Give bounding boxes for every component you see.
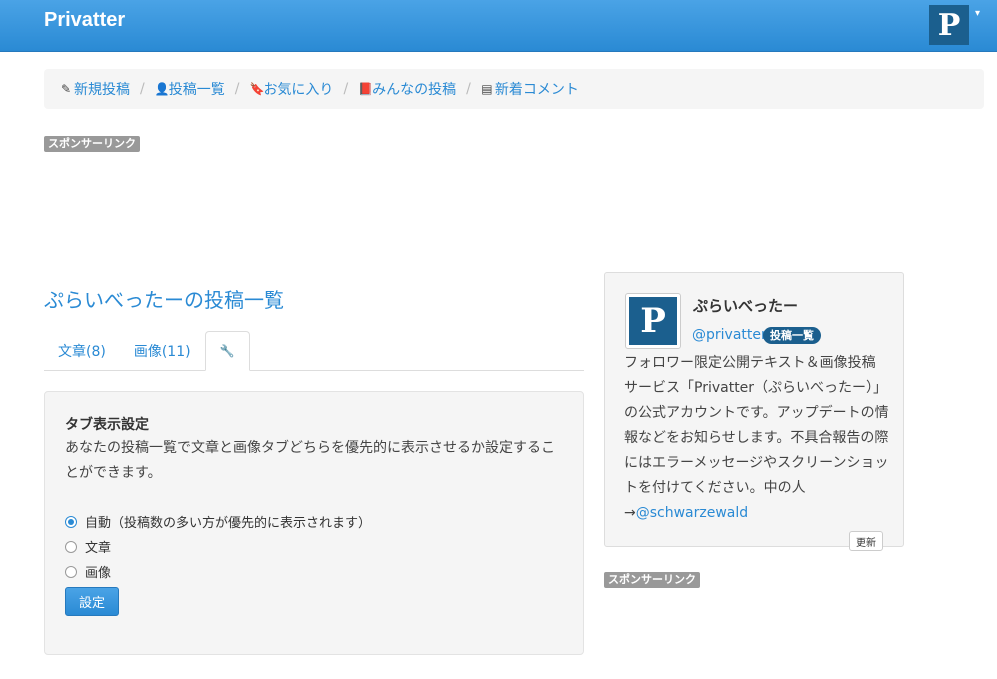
profile-bio: フォロワー限定公開テキスト＆画像投稿サービス「Privatter（ぷらいべったー… [624, 351, 889, 526]
tab-bar: 文章(8) 画像(11) 🔧 [44, 331, 584, 371]
breadcrumb-post-list[interactable]: 👤 投稿一覧 [155, 79, 225, 99]
user-avatar[interactable]: P [929, 5, 969, 45]
breadcrumb-everyone-posts[interactable]: 📕 みんなの投稿 [358, 79, 456, 99]
post-list-badge[interactable]: 投稿一覧 [763, 327, 821, 344]
privatter-logo-icon: P [629, 297, 677, 345]
breadcrumb-new-comments[interactable]: ▤ 新着コメント [481, 79, 579, 99]
profile-avatar[interactable]: P [625, 293, 681, 349]
settings-description: あなたの投稿一覧で文章と画像タブどちらを優先的に表示させるか設定することができま… [65, 440, 555, 481]
profile-bio-link[interactable]: @schwarzewald [636, 505, 748, 521]
brand-logo[interactable]: Privatter [44, 9, 125, 32]
settings-submit-button[interactable]: 設定 [65, 587, 119, 616]
top-navbar: Privatter P ▾ [0, 0, 997, 52]
radio-button[interactable] [65, 515, 77, 528]
radio-option-images[interactable]: 画像 [65, 562, 111, 581]
settings-title: タブ表示設定 [65, 417, 149, 433]
edit-icon: ✎ [60, 82, 72, 96]
breadcrumb-new-post[interactable]: ✎ 新規投稿 [60, 79, 130, 99]
breadcrumb-separator: / [343, 81, 349, 97]
breadcrumb-label: 新着コメント [494, 82, 579, 98]
chevron-down-icon[interactable]: ▾ [975, 8, 980, 19]
breadcrumb-separator: / [140, 81, 145, 97]
breadcrumb-label: 投稿一覧 [168, 82, 225, 98]
wrench-icon: 🔧 [219, 344, 235, 358]
radio-label: 文章 [85, 541, 112, 556]
breadcrumb-label: お気に入り [263, 82, 334, 98]
profile-bio-text: フォロワー限定公開テキスト＆画像投稿サービス「Privatter（ぷらいべったー… [624, 355, 889, 521]
tab-settings-panel: タブ表示設定 あなたの投稿一覧で文章と画像タブどちらを優先的に表示させるか設定す… [44, 391, 584, 655]
tab-text[interactable]: 文章(8) [44, 332, 120, 370]
tab-settings[interactable]: 🔧 [204, 331, 250, 371]
bookmark-icon: 🔖 [249, 82, 265, 96]
radio-label: 画像 [85, 566, 112, 581]
radio-button[interactable] [65, 565, 77, 578]
book-icon: 📕 [358, 82, 374, 96]
page-title: ぷらいべったーの投稿一覧 [44, 288, 284, 312]
radio-label: 自動（投稿数の多い方が優先的に表示されます） [85, 516, 372, 531]
breadcrumb-favorites[interactable]: 🔖 お気に入り [249, 79, 333, 99]
radio-option-text[interactable]: 文章 [65, 537, 111, 556]
radio-button[interactable] [65, 540, 77, 553]
profile-handle-link[interactable]: @privatter [692, 327, 767, 343]
sponsor-label-sidebar: スポンサーリンク [604, 572, 700, 588]
breadcrumb-label: 新規投稿 [74, 82, 130, 98]
breadcrumb: ✎ 新規投稿 / 👤 投稿一覧 / 🔖 お気に入り / 📕 みんなの投稿 / ▤… [44, 69, 984, 109]
sponsor-label: スポンサーリンク [44, 136, 140, 152]
tab-images[interactable]: 画像(11) [120, 332, 205, 370]
breadcrumb-separator: / [466, 81, 471, 97]
radio-option-auto[interactable]: 自動（投稿数の多い方が優先的に表示されます） [65, 512, 371, 531]
user-icon: 👤 [154, 82, 170, 96]
list-icon: ▤ [481, 82, 493, 96]
breadcrumb-separator: / [234, 81, 240, 97]
update-button[interactable]: 更新 [849, 531, 883, 551]
profile-name: ぷらいべったー [693, 297, 799, 315]
profile-card: P ぷらいべったー @privatter 投稿一覧 フォロワー限定公開テキスト＆… [604, 272, 904, 551]
breadcrumb-label: みんなの投稿 [372, 82, 457, 98]
